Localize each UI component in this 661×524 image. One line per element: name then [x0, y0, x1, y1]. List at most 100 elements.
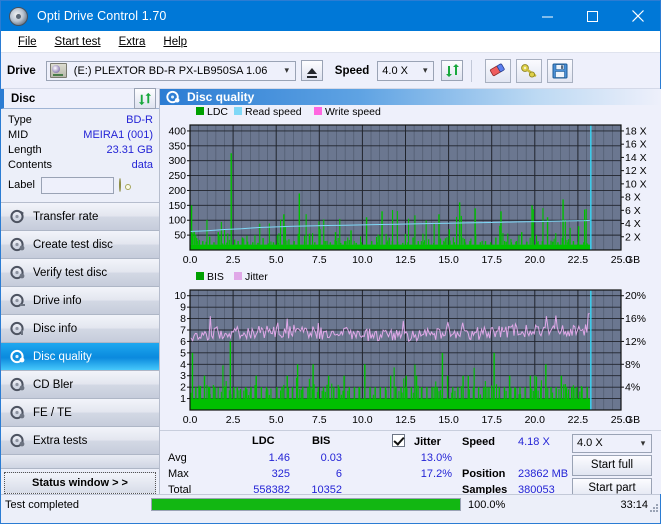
svg-text:12 X: 12 X [625, 165, 647, 177]
key-button[interactable] [516, 58, 543, 83]
app-disc-icon [9, 6, 28, 26]
svg-text:2 X: 2 X [625, 231, 641, 243]
sidebar: Disc Type BD-R MID MEIRA1 (001) Length 2… [1, 88, 159, 494]
sidebar-item-transfer-rate[interactable]: Transfer rate [1, 203, 159, 231]
app-window: Opti Drive Control 1.70 File Start test … [0, 0, 661, 524]
status-window-button[interactable]: Status window > > [4, 472, 156, 494]
svg-text:15.0: 15.0 [438, 254, 459, 266]
main-body: Disc Type BD-R MID MEIRA1 (001) Length 2… [1, 88, 661, 499]
sidebar-item-verify-test-disc[interactable]: Verify test disc [1, 259, 159, 287]
sidebar-item-create-test-disc[interactable]: Create test disc [1, 231, 159, 259]
disc-panel-header: Disc [1, 88, 159, 109]
sidebar-item-drive-info[interactable]: Drive info [1, 287, 159, 315]
save-button[interactable] [547, 58, 574, 83]
svg-text:7.5: 7.5 [312, 254, 327, 266]
disc-type-label: Type [8, 113, 32, 126]
svg-text:150: 150 [168, 200, 186, 212]
stats-bis-avg: 0.03 [320, 451, 342, 464]
save-icon [552, 63, 568, 78]
refresh-drive-button[interactable] [441, 60, 464, 81]
disc-test-icon [10, 265, 25, 280]
disc-test-icon [10, 433, 25, 448]
menu-help-label: Help [163, 35, 188, 48]
disc-panel-title: Disc [11, 92, 36, 105]
key-icon [521, 64, 537, 78]
svg-text:5: 5 [180, 347, 186, 359]
main-panel: Disc quality LDC Read speed Write speed 400… [159, 89, 661, 499]
svg-text:10.0: 10.0 [352, 254, 373, 266]
start-part-button-label: Start part [588, 482, 636, 495]
disc-test-icon [10, 405, 25, 420]
disc-mid-label: MID [8, 128, 29, 141]
disc-label-input[interactable] [40, 176, 114, 194]
jitter-checkbox[interactable] [392, 433, 405, 447]
menu-start-test-label: Start test [54, 35, 101, 48]
speed-select-value: 4.0 X [382, 64, 408, 77]
chevron-down-icon: ▾ [640, 437, 646, 448]
bis-jitter-chart[interactable]: BIS Jitter 10 9 8 7 6 5 4 3 2 1 20% 16% 12% 8% 4% 0.0 2.5 5… [160, 270, 661, 430]
stats-speed-label: Speed [462, 435, 496, 448]
svg-text:7: 7 [180, 324, 186, 336]
menu-item-start-test[interactable]: Start test [46, 34, 110, 50]
stats-ldc-max: 325 [271, 467, 290, 480]
svg-text:1: 1 [180, 393, 186, 405]
svg-text:10: 10 [174, 290, 186, 302]
svg-text:50: 50 [174, 229, 186, 241]
sidebar-item-cd-bler[interactable]: CD Bler [1, 371, 159, 399]
ldc-chart[interactable]: LDC Read speed Write speed 400 350 300 250 200 1… [160, 105, 661, 270]
svg-text:16 X: 16 X [625, 138, 647, 150]
svg-text:14 X: 14 X [625, 152, 647, 164]
svg-text:GB: GB [625, 414, 640, 426]
svg-text:Read speed: Read speed [245, 106, 302, 118]
disc-label-row: Label [8, 174, 153, 196]
chevron-down-icon: ▾ [284, 65, 290, 75]
svg-text:18 X: 18 X [625, 125, 647, 137]
disc-info-row-mid: MID MEIRA1 (001) [8, 127, 153, 142]
svg-text:0.0: 0.0 [183, 414, 198, 426]
menu-item-extra[interactable]: Extra [110, 34, 155, 50]
disc-label-label: Label [8, 179, 35, 191]
svg-text:12%: 12% [625, 336, 646, 348]
svg-text:5.0: 5.0 [269, 414, 284, 426]
sidebar-item-disc-quality[interactable]: Disc quality [1, 343, 159, 371]
drive-select[interactable]: (E:) PLEXTOR BD-R PX-LB950SA 1.06 ▾ [45, 60, 296, 81]
sidebar-item-fe-te[interactable]: FE / TE [1, 399, 159, 427]
disc-info-table: Type BD-R MID MEIRA1 (001) Length 23.31 … [1, 109, 159, 198]
maximize-icon[interactable] [570, 1, 615, 31]
sidebar-item-extra-tests[interactable]: Extra tests [1, 427, 159, 455]
resize-grip-icon[interactable] [648, 502, 658, 512]
disc-info-row-contents: Contents data [8, 157, 153, 172]
svg-text:16%: 16% [625, 313, 646, 325]
disc-contents-label: Contents [8, 158, 53, 171]
svg-text:2.5: 2.5 [226, 414, 241, 426]
disc-label-icon-button[interactable] [118, 178, 121, 192]
stats-bis-max: 6 [335, 467, 342, 480]
svg-text:GB: GB [625, 254, 640, 266]
menu-item-help[interactable]: Help [154, 34, 196, 50]
disc-info-row-length: Length 23.31 GB [8, 142, 153, 157]
disc-refresh-button[interactable] [134, 88, 156, 109]
stats-panel: LDC BIS Avg Max Total 1.46 325 558382 0.… [160, 429, 661, 499]
svg-text:7.5: 7.5 [312, 414, 327, 426]
stats-header-bis: BIS [312, 434, 331, 447]
close-icon[interactable] [615, 1, 660, 31]
test-speed-select[interactable]: 4.0 X ▾ [572, 433, 652, 453]
svg-text:15.0: 15.0 [438, 414, 459, 426]
speed-select[interactable]: 4.0 X ▾ [377, 60, 435, 81]
minimize-icon[interactable] [525, 1, 570, 31]
menu-bar: File Start test Extra Help [1, 31, 660, 53]
svg-text:5.0: 5.0 [269, 254, 284, 266]
cd-icon [118, 178, 121, 192]
start-full-button[interactable]: Start full [572, 454, 652, 476]
svg-text:10.0: 10.0 [352, 414, 373, 426]
eject-button[interactable] [300, 60, 323, 81]
svg-text:300: 300 [168, 155, 186, 167]
sidebar-item-disc-info[interactable]: Disc info [1, 315, 159, 343]
menu-item-file[interactable]: File [9, 34, 46, 50]
sidebar-item-label: Disc quality [33, 350, 92, 363]
svg-text:10 X: 10 X [625, 178, 647, 190]
drive-select-value: (E:) PLEXTOR BD-R PX-LB950SA 1.06 [73, 64, 268, 77]
erase-disc-button[interactable] [485, 58, 512, 83]
speed-label: Speed [334, 64, 370, 77]
sidebar-item-label: Transfer rate [33, 210, 99, 223]
